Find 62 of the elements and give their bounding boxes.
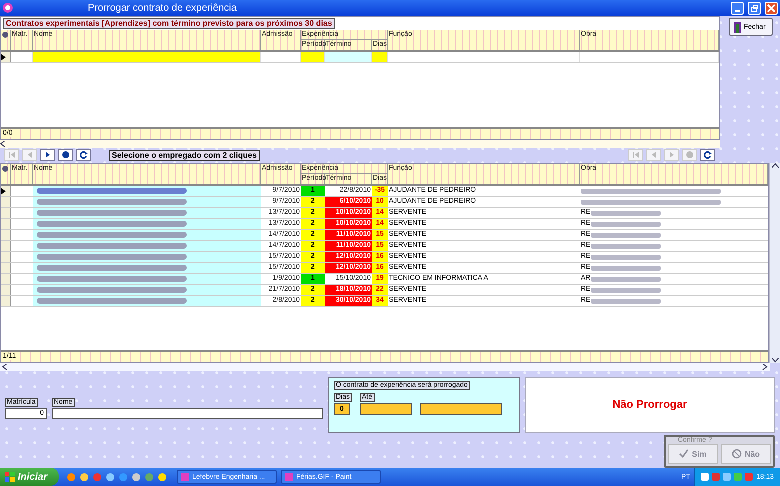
window-title: Prorrogar contrato de experiência bbox=[88, 2, 238, 14]
row-header-cell[interactable] bbox=[1, 186, 11, 196]
row-header-cell[interactable] bbox=[1, 296, 11, 306]
redacted-text-block bbox=[590, 266, 661, 270]
refresh-icon bbox=[702, 150, 712, 160]
refresh-icon bbox=[78, 150, 88, 160]
redacted-text-block bbox=[590, 232, 661, 238]
scroll-right-icon bbox=[762, 364, 768, 370]
redacted-text-block bbox=[590, 254, 661, 260]
scroll-up-icon bbox=[772, 163, 778, 168]
minimize-button[interactable] bbox=[731, 2, 744, 14]
restore-button[interactable] bbox=[748, 2, 761, 14]
app-icon bbox=[181, 473, 190, 481]
grid-hint: Selecione o empregado com 2 cliques bbox=[109, 150, 260, 160]
start-button[interactable]: Iniciar bbox=[0, 468, 60, 486]
date-field[interactable] bbox=[360, 403, 412, 415]
redacted-text-block bbox=[590, 276, 661, 282]
close-icon bbox=[767, 4, 776, 12]
grid-caption: Contratos experimentais [Aprendizes] com término previsto para os próximos 30 dias bbox=[3, 18, 336, 29]
first-record-icon bbox=[630, 150, 640, 160]
scroll-left-icon bbox=[0, 141, 6, 147]
row-header-cell[interactable] bbox=[1, 263, 11, 273]
door-icon bbox=[733, 21, 742, 33]
close-button[interactable] bbox=[765, 2, 778, 14]
app-icon bbox=[285, 473, 294, 481]
circle-icon bbox=[684, 150, 694, 160]
nav-button[interactable] bbox=[700, 149, 715, 161]
nav-button[interactable] bbox=[58, 149, 73, 161]
no-entry-icon bbox=[732, 449, 742, 459]
check-icon bbox=[679, 449, 690, 459]
redacted-text-block bbox=[590, 244, 661, 248]
redacted-text-block bbox=[590, 210, 661, 216]
nav-button[interactable] bbox=[40, 149, 55, 161]
row-header-cell[interactable] bbox=[1, 219, 11, 229]
windows-logo-icon bbox=[5, 472, 15, 482]
scroll-down-icon bbox=[772, 358, 778, 363]
grid-corner-icon bbox=[2, 31, 9, 39]
grid-corner-icon bbox=[2, 165, 9, 173]
minimize-icon bbox=[735, 10, 740, 12]
redacted-text-block bbox=[590, 288, 661, 292]
nav-button[interactable] bbox=[76, 149, 91, 161]
horizontal-scrollbar[interactable] bbox=[0, 363, 770, 371]
app-icon bbox=[2, 2, 14, 14]
first-record-icon bbox=[6, 150, 16, 160]
row-header-cell[interactable] bbox=[1, 252, 11, 262]
date-field[interactable] bbox=[420, 403, 502, 415]
row-pointer-icon bbox=[1, 54, 6, 60]
row-header-cell[interactable] bbox=[1, 208, 11, 218]
decision-label: Não Prorrogar bbox=[525, 377, 775, 433]
row-header-cell[interactable] bbox=[1, 274, 11, 284]
row-header-cell[interactable] bbox=[1, 197, 11, 207]
name-field[interactable] bbox=[52, 408, 323, 419]
row-header-cell[interactable] bbox=[1, 241, 11, 251]
row-header-cell[interactable] bbox=[1, 285, 11, 295]
redacted-text-block bbox=[590, 298, 661, 304]
restore-icon bbox=[750, 4, 759, 12]
employees-grid[interactable] bbox=[0, 163, 769, 363]
vertical-scrollbar[interactable] bbox=[769, 163, 780, 363]
redacted-text-block bbox=[590, 222, 661, 226]
scroll-left-icon bbox=[2, 364, 8, 370]
circle-icon bbox=[60, 150, 70, 160]
row-header-cell[interactable] bbox=[1, 230, 11, 240]
